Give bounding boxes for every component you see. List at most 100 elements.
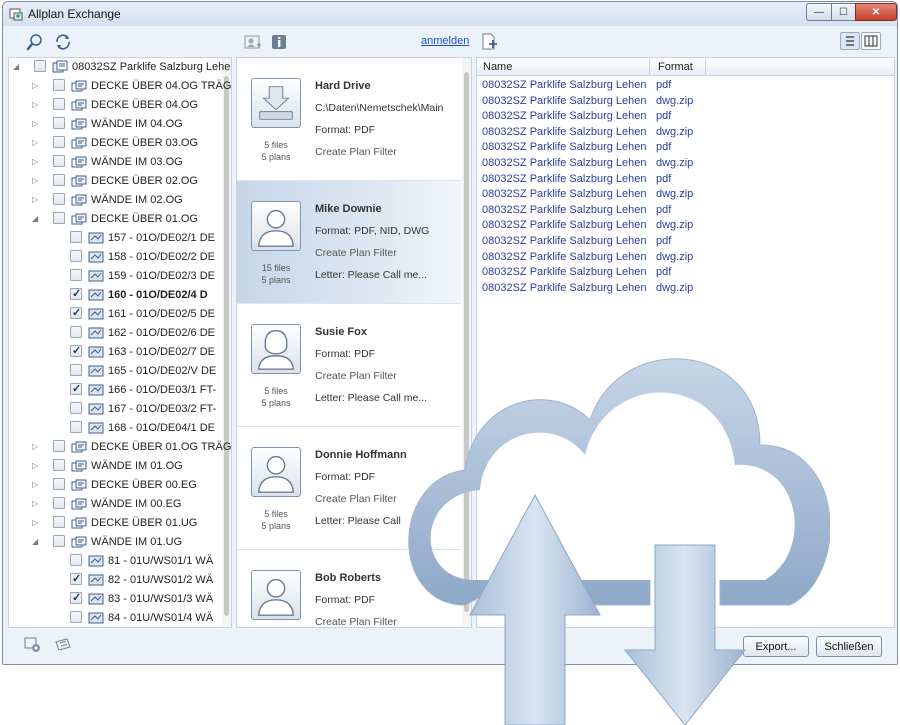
file-row[interactable]: 08032SZ Parklife Salzburg Lehen, S2 dwg.z… (477, 156, 894, 172)
tree-item[interactable]: ▷ DECKE ÜBER 01.UG (9, 514, 231, 533)
tree-item[interactable]: ▷ WÄNDE IM 01.OG (9, 457, 231, 476)
tree-item[interactable]: 167 - 01O/DE03/2 FT- (9, 400, 231, 419)
tree-item-checkbox[interactable] (70, 572, 82, 585)
file-row[interactable]: 08032SZ Parklife Salzburg Lehen, S2 pdf (477, 203, 894, 219)
tree-item-checkbox[interactable] (53, 193, 65, 205)
tree-item[interactable]: 83 - 01U/WS01/3 WÄ (9, 590, 231, 609)
tree-item[interactable]: ▷ DECKE ÜBER 04.OG TRÄGEF (9, 77, 231, 96)
tree-item[interactable]: 84 - 01U/WS01/4 WÄ (9, 609, 231, 627)
tree-item-checkbox[interactable] (70, 306, 82, 319)
tree-item-checkbox[interactable] (70, 344, 82, 357)
tree-item[interactable]: 159 - 01O/DE02/3 DE (9, 267, 231, 286)
maximize-button[interactable]: ☐ (831, 3, 856, 21)
tree-item[interactable]: 158 - 01O/DE02/2 DE (9, 248, 231, 267)
tree-item-checkbox[interactable] (53, 155, 65, 167)
tree-item-checkbox[interactable] (53, 79, 65, 91)
tree-item-checkbox[interactable] (70, 421, 82, 433)
column-separator[interactable] (705, 58, 706, 76)
file-row[interactable]: 08032SZ Parklife Salzburg Lehen, S2 dwg.z… (477, 187, 894, 203)
expand-icon[interactable]: ▷ (32, 158, 40, 166)
sync-icon[interactable] (54, 33, 72, 51)
tree-item[interactable]: ◢ WÄNDE IM 01.UG (9, 533, 231, 552)
tree-item-checkbox[interactable] (53, 535, 65, 547)
file-row[interactable]: 08032SZ Parklife Salzburg Lehen, S2 pdf (477, 265, 894, 281)
tree-item-checkbox[interactable] (53, 497, 65, 509)
tree-item-checkbox[interactable] (70, 591, 82, 604)
tree-item[interactable]: ▷ WÄNDE IM 00.EG (9, 495, 231, 514)
tree-item-checkbox[interactable] (53, 136, 65, 148)
tree-item-checkbox[interactable] (70, 364, 82, 376)
tree-item-checkbox[interactable] (53, 98, 65, 110)
recipient-card[interactable]: 15 files 5 plans Mike Downie Format: PDF, N… (237, 181, 461, 304)
tree-item[interactable]: 81 - 01U/WS01/1 WÄ (9, 552, 231, 571)
tree-item[interactable]: ▷ WÄNDE IM 04.OG (9, 115, 231, 134)
file-row[interactable]: 08032SZ Parklife Salzburg Lehen, S2 dwg.z… (477, 250, 894, 266)
tree-item[interactable]: 166 - 01O/DE03/1 FT- (9, 381, 231, 400)
minimize-button[interactable]: — (806, 3, 832, 21)
column-header-format[interactable]: Format (658, 61, 693, 73)
info-icon[interactable] (270, 33, 288, 51)
expand-icon[interactable]: ▷ (32, 101, 40, 109)
tree-item[interactable]: ▷ WÄNDE IM 02.OG (9, 191, 231, 210)
expand-icon[interactable]: ▷ (32, 82, 40, 90)
title-bar[interactable]: Allplan Exchange — ☐ ✕ (3, 2, 897, 26)
columns-view-button[interactable] (861, 32, 881, 50)
expand-icon[interactable]: ▷ (32, 139, 40, 147)
tree-item-checkbox[interactable] (70, 250, 82, 262)
tree-item[interactable]: 162 - 01O/DE02/6 DE (9, 324, 231, 343)
tree-item[interactable]: ◢ 08032SZ Parklife Salzburg Lehe (9, 58, 231, 77)
tree-item[interactable]: ▷ DECKE ÜBER 04.OG (9, 96, 231, 115)
tree-item[interactable]: 161 - 01O/DE02/5 DE (9, 305, 231, 324)
tree-item[interactable]: ▷ DECKE ÜBER 03.OG (9, 134, 231, 153)
close-window-button[interactable]: ✕ (855, 3, 897, 21)
create-plan-filter-link[interactable]: Create Plan Filter (315, 247, 451, 259)
tree-item-checkbox[interactable] (70, 326, 82, 338)
file-row[interactable]: 08032SZ Parklife Salzburg Lehen, S2 pdf (477, 172, 894, 188)
file-row[interactable]: 08032SZ Parklife Salzburg Lehen, S2 dwg.z… (477, 281, 894, 297)
tree-item[interactable]: ▷ WÄNDE IM 03.OG (9, 153, 231, 172)
tree-item-checkbox[interactable] (70, 554, 82, 566)
tree-item-checkbox[interactable] (53, 440, 65, 452)
collapse-icon[interactable]: ◢ (32, 215, 40, 223)
tree-item[interactable]: 82 - 01U/WS01/2 WÄ (9, 571, 231, 590)
file-row[interactable]: 08032SZ Parklife Salzburg Lehen, S2 pdf (477, 78, 894, 94)
tree-item[interactable]: ▷ DECKE ÜBER 01.OG TRÄGEF (9, 438, 231, 457)
file-row[interactable]: 08032SZ Parklife Salzburg Lehen, S2 pdf (477, 109, 894, 125)
expand-icon[interactable]: ▷ (32, 481, 40, 489)
expand-icon[interactable]: ▷ (32, 196, 40, 204)
tree-item[interactable]: 157 - 01O/DE02/1 DE (9, 229, 231, 248)
tree-item-checkbox[interactable] (70, 611, 82, 623)
file-row[interactable]: 08032SZ Parklife Salzburg Lehen, S2 dwg.z… (477, 125, 894, 141)
tree-item[interactable]: ▷ DECKE ÜBER 00.EG (9, 476, 231, 495)
tree-item[interactable]: 163 - 01O/DE02/7 DE (9, 343, 231, 362)
recipient-card[interactable]: 5 files 5 plans Hard Drive C:\Daten\Nemetsc… (237, 58, 461, 181)
file-row[interactable]: 08032SZ Parklife Salzburg Lehen, S2 dwg.z… (477, 94, 894, 110)
tree-item-checkbox[interactable] (34, 60, 46, 72)
tree-item-checkbox[interactable] (53, 459, 65, 471)
tree-item-checkbox[interactable] (53, 516, 65, 528)
tree-item-checkbox[interactable] (70, 382, 82, 395)
expand-icon[interactable]: ▷ (32, 519, 40, 527)
tree-item[interactable]: 165 - 01O/DE02/V DE (9, 362, 231, 381)
tree-item-checkbox[interactable] (70, 231, 82, 243)
tree-item-checkbox[interactable] (53, 117, 65, 129)
search-icon[interactable] (26, 33, 44, 51)
ticket-icon[interactable] (54, 636, 72, 654)
tree-item-checkbox[interactable] (70, 269, 82, 281)
tree-item-checkbox[interactable] (70, 402, 82, 414)
login-link[interactable]: anmelden (421, 35, 469, 47)
contact-card-icon[interactable] (244, 33, 262, 51)
add-document-icon[interactable] (480, 33, 498, 51)
file-row[interactable]: 08032SZ Parklife Salzburg Lehen, S2 pdf (477, 234, 894, 250)
settings-icon[interactable] (24, 636, 42, 654)
collapse-icon[interactable]: ◢ (32, 538, 40, 546)
create-plan-filter-link[interactable]: Create Plan Filter (315, 146, 451, 158)
tree-item[interactable]: 160 - 01O/DE02/4 D (9, 286, 231, 305)
expand-icon[interactable]: ▷ (32, 120, 40, 128)
project-tree[interactable]: ◢ 08032SZ Parklife Salzburg Lehe ▷ DECKE ÜB… (8, 57, 232, 628)
column-separator[interactable] (649, 58, 650, 76)
file-row[interactable]: 08032SZ Parklife Salzburg Lehen, S2 dwg.z… (477, 218, 894, 234)
tree-item-checkbox[interactable] (53, 212, 65, 224)
tree-item-checkbox[interactable] (53, 478, 65, 490)
tree-item-checkbox[interactable] (53, 174, 65, 186)
